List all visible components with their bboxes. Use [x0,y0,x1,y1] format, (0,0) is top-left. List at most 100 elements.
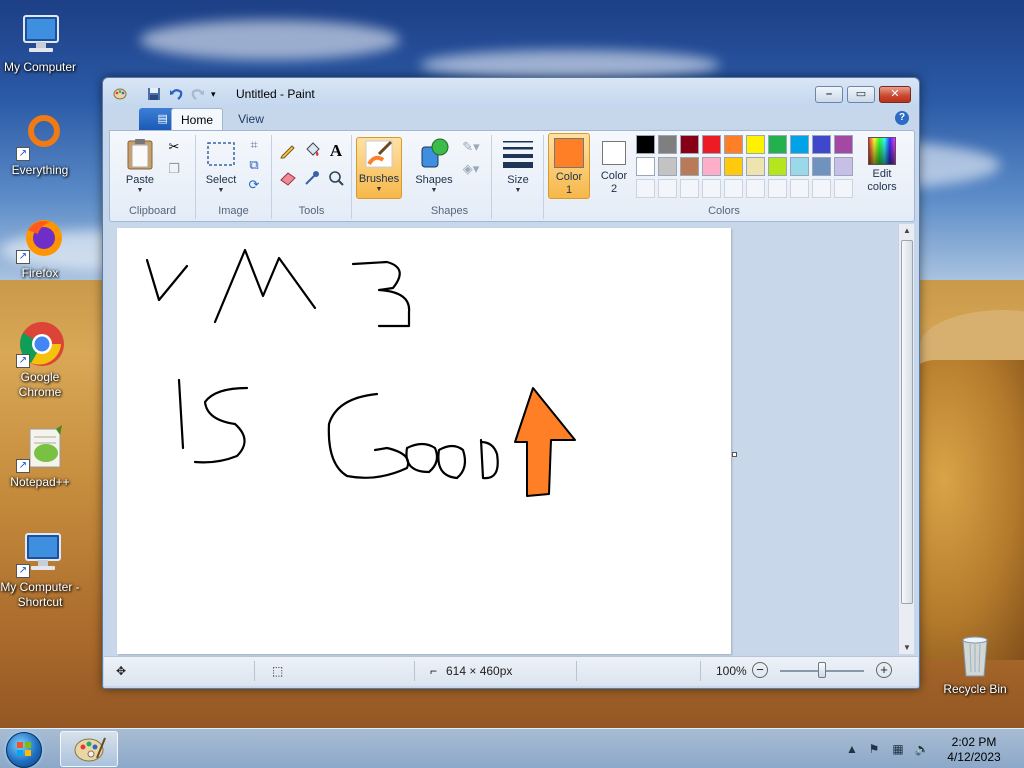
color-picker-icon[interactable] [302,169,322,189]
shortcut-arrow-icon: ↗ [16,147,30,161]
palette-color-swatch[interactable] [724,157,743,176]
palette-custom-slot[interactable] [702,179,721,198]
palette-custom-slot[interactable] [636,179,655,198]
palette-custom-slot[interactable] [834,179,853,198]
outline-icon[interactable]: ✎▾ [458,137,484,157]
network-icon[interactable]: ▦ [890,741,906,757]
palette-custom-slot[interactable] [790,179,809,198]
color1-button[interactable]: Color 1 [548,133,590,199]
customize-toolbar-chevron-icon[interactable]: ▾ [211,87,225,101]
desktop-icon-my-computer[interactable]: My Computer [0,10,80,75]
title-bar[interactable]: ▾ Untitled - Paint – ▭ ✕ [103,78,919,108]
palette-custom-slot[interactable] [768,179,787,198]
palette-color-swatch[interactable] [680,135,699,154]
zoom-in-button[interactable]: + [876,662,892,678]
palette-color-swatch[interactable] [790,157,809,176]
size-button[interactable]: Size ▼ [496,137,540,195]
palette-custom-slot[interactable] [746,179,765,198]
palette-color-swatch[interactable] [768,157,787,176]
palette-color-swatch[interactable] [636,157,655,176]
brushes-button[interactable]: Brushes ▼ [356,137,402,199]
save-icon[interactable] [147,87,161,101]
color2-button[interactable]: Color 2 [594,133,634,199]
start-button[interactable] [6,732,42,768]
palette-color-swatch[interactable] [746,157,765,176]
palette-color-swatch[interactable] [658,157,677,176]
desktop-icon-google-chrome[interactable]: ↗ Google Chrome [0,320,80,400]
edit-colors-button[interactable]: Edit colors [862,135,902,194]
palette-color-swatch[interactable] [680,157,699,176]
resize-icon[interactable]: ⧉ [244,155,264,175]
volume-muted-icon[interactable]: 🔈 [914,741,930,757]
scroll-down-icon[interactable]: ▼ [899,643,915,652]
select-label: Select [205,174,237,186]
action-center-flag-icon[interactable]: ⚑ [866,741,882,757]
palette-color-swatch[interactable] [658,135,677,154]
palette-color-swatch[interactable] [790,135,809,154]
palette-color-swatch[interactable] [768,135,787,154]
palette-color-swatch[interactable] [812,135,831,154]
tab-label: View [238,112,264,126]
drawing-canvas[interactable] [117,228,731,654]
fill-bucket-icon[interactable] [302,141,322,161]
select-button[interactable]: Select ▼ [198,137,244,195]
palette-custom-slot[interactable] [812,179,831,198]
zoom-slider-thumb[interactable] [818,662,826,678]
palette-color-swatch[interactable] [812,157,831,176]
desktop-icon-recycle-bin[interactable]: Recycle Bin [935,632,1015,697]
redo-icon[interactable] [191,87,205,101]
palette-color-swatch[interactable] [702,135,721,154]
scroll-up-icon[interactable]: ▲ [899,226,915,235]
hay-bale [905,360,1024,660]
paste-icon [127,139,153,170]
palette-custom-slot[interactable] [658,179,677,198]
tab-view[interactable]: View [227,108,275,130]
rotate-icon[interactable]: ⟳ [244,175,264,195]
magnifier-icon[interactable] [326,169,346,189]
crop-icon[interactable]: ⌗ [244,135,264,155]
chevron-down-icon: ▼ [217,187,225,194]
palette-color-swatch[interactable] [636,135,655,154]
palette-color-swatch[interactable] [834,135,853,154]
paste-button[interactable]: Paste ▼ [116,137,164,195]
canvas-resize-handle[interactable] [732,452,737,457]
stroke-letter-o [405,442,439,474]
tab-home[interactable]: Home [171,108,223,130]
cut-icon[interactable]: ✂ [164,137,184,157]
eraser-icon[interactable] [278,169,298,189]
undo-icon[interactable] [169,87,183,101]
fill-icon[interactable]: ◈▾ [458,159,484,179]
desktop-icon-everything[interactable]: ↗ Everything [0,113,80,178]
minimize-button[interactable]: – [815,86,843,103]
paint-app-icon[interactable] [113,87,127,101]
desktop-icon-notepad-plus-plus[interactable]: ↗ Notepad++ [0,425,80,490]
pencil-icon[interactable] [278,141,298,161]
scroll-thumb[interactable] [901,240,913,604]
system-clock[interactable]: 2:02 PM 4/12/2023 [942,735,1006,765]
paint-window: ▾ Untitled - Paint – ▭ ✕ ▤ ▾ Home View ?… [102,77,920,689]
clock-date: 4/12/2023 [947,750,1001,764]
maximize-button[interactable]: ▭ [847,86,875,103]
palette-color-swatch[interactable] [746,135,765,154]
stroke-letter-d [479,438,499,480]
color2-label: Color [600,170,628,182]
show-hidden-icons-chevron-icon[interactable]: ▲ [844,741,860,757]
shapes-button[interactable]: Shapes ▼ [412,137,456,195]
text-tool-icon[interactable]: A [326,141,346,161]
desktop-icon-firefox[interactable]: ↗ Firefox [0,216,80,281]
copy-icon[interactable]: ❐ [164,159,184,179]
taskbar-paint-button[interactable] [60,731,118,767]
vertical-scrollbar[interactable]: ▲ ▼ [898,224,914,654]
shapes-group: Shapes ▼ ✎▾ ◈▾ Shapes [408,135,492,219]
palette-color-swatch[interactable] [724,135,743,154]
palette-custom-slot[interactable] [680,179,699,198]
palette-color-swatch[interactable] [834,157,853,176]
group-label: Tools [298,205,325,217]
desktop-icon-my-computer-shortcut[interactable]: ↗ My Computer - Shortcut [0,530,80,610]
help-icon[interactable]: ? [895,111,909,125]
palette-color-swatch[interactable] [702,157,721,176]
close-button[interactable]: ✕ [879,86,911,103]
zoom-out-button[interactable]: − [752,662,768,678]
palette-custom-slot[interactable] [724,179,743,198]
selection-size-icon: ⬚ [272,664,284,678]
